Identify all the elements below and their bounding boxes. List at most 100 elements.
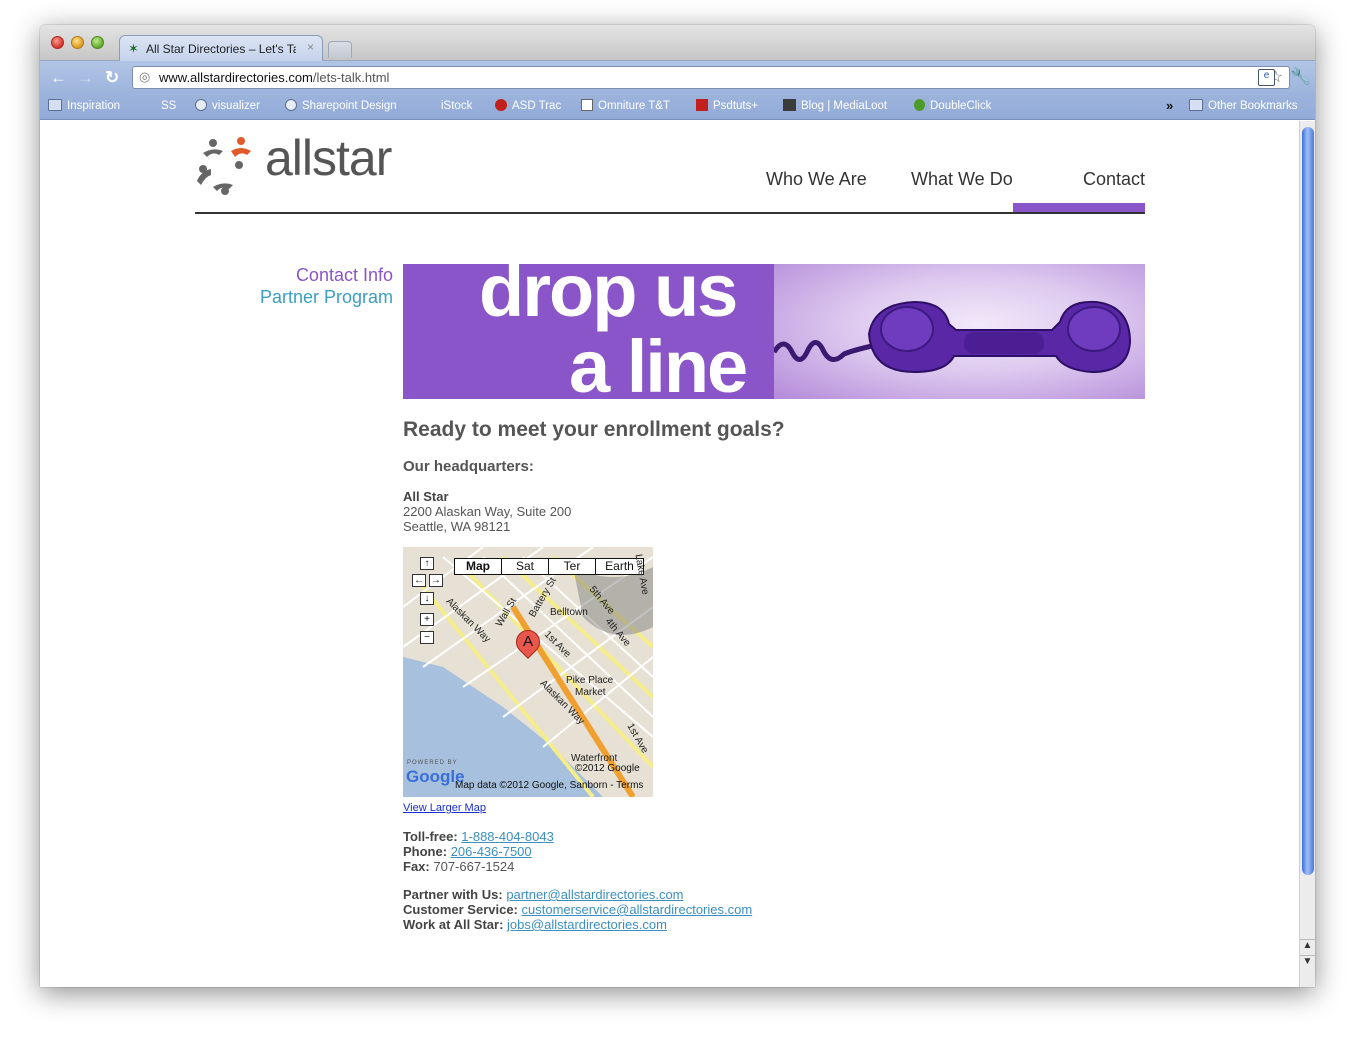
map-zoom-in-icon[interactable]: + [420, 613, 434, 626]
customer-service-label: Customer Service: [403, 902, 518, 917]
trac-icon [495, 99, 507, 111]
contact-details: Toll-free: 1-888-404-8043 Phone: 206-436… [403, 829, 752, 932]
forward-arrow-icon[interactable]: → [77, 68, 94, 88]
bookmark-other-bookmarks[interactable]: Other Bookmarks [1189, 99, 1297, 112]
allstar-favicon-icon: ✶ [128, 41, 139, 56]
tab-title: All Star Directories – Let's Ta [146, 42, 296, 56]
logo-wordmark: allstar [265, 130, 392, 186]
nav-active-indicator [1013, 203, 1145, 212]
tollfree-link[interactable]: 1-888-404-8043 [461, 829, 554, 844]
bookmark-omniture[interactable]: Omniture T&T [581, 99, 670, 112]
psdtuts-icon [696, 99, 708, 111]
map-zoom-out-icon[interactable]: − [420, 631, 434, 644]
new-tab-button[interactable] [328, 41, 352, 58]
nav-who-we-are[interactable]: Who We Are [766, 169, 867, 190]
minimize-window-button[interactable] [71, 36, 84, 49]
doubleclick-icon [914, 99, 925, 111]
chart-icon [581, 99, 593, 111]
map-type-ter[interactable]: Ter [549, 559, 596, 574]
address-bar[interactable]: ◎ www.allstardirectories.com/lets-talk.h… [132, 66, 1290, 89]
map-type-selector: Map Sat Ter Earth [454, 558, 644, 575]
folder-icon [1189, 99, 1203, 111]
headquarters-heading: Our headquarters: [403, 458, 534, 475]
folder-icon [48, 99, 62, 111]
phone-label: Phone: [403, 844, 448, 859]
map-marker-label: A [523, 633, 534, 650]
map-label-belltown: Belltown [550, 607, 588, 618]
map-pan-down-icon[interactable]: ↓ [420, 592, 434, 605]
scroll-down-arrow-icon[interactable]: ▼ [1300, 955, 1315, 970]
phone-link[interactable]: 206-436-7500 [451, 844, 532, 859]
bookmark-istock[interactable]: iStock [423, 99, 472, 112]
allstar-figures-icon [197, 137, 251, 195]
map-powered-by: POWERED BY [407, 760, 458, 766]
ss-icon [146, 99, 156, 111]
bookmarks-overflow-chevron-icon[interactable]: » [1166, 98, 1173, 113]
bookmark-doubleclick[interactable]: DoubleClick [914, 99, 991, 112]
banner-headline-line1: drop us [479, 264, 738, 332]
medialoot-icon [783, 99, 796, 111]
scrollbar-thumb[interactable] [1302, 127, 1314, 875]
nav-what-we-do[interactable]: What We Do [911, 169, 1013, 190]
url-text[interactable]: www.allstardirectories.com/lets-talk.htm… [159, 70, 389, 85]
bookmarks-bar: Inspiration SS visualizer Sharepoint Des… [40, 93, 1315, 120]
map-label-market: Market [575, 687, 606, 698]
view-larger-map-link[interactable]: View Larger Map [403, 802, 486, 814]
google-map[interactable]: ↑ ← → ↓ + − Map Sat Ter Earth Belltown P… [403, 547, 653, 797]
globe-icon [285, 99, 297, 111]
bookmark-sharepoint-design[interactable]: Sharepoint Design [285, 99, 397, 112]
page-action-icon[interactable]: e [1258, 69, 1275, 86]
partner-label: Partner with Us: [403, 887, 503, 902]
zoom-window-button[interactable] [91, 36, 104, 49]
fax-label: Fax: [403, 859, 430, 874]
reload-icon[interactable]: ↻ [105, 68, 119, 88]
telephone-handset-photo [771, 264, 1145, 399]
address-street: 2200 Alaskan Way, Suite 200 [403, 504, 572, 519]
bookmark-medialoot[interactable]: Blog | MediaLoot [783, 99, 887, 112]
map-pan-up-icon[interactable]: ↑ [420, 557, 434, 570]
partner-email-link[interactable]: partner@allstardirectories.com [506, 887, 683, 902]
phone-handset-icon [771, 300, 1132, 374]
sidenav-partner-program[interactable]: Partner Program [260, 287, 393, 308]
map-pan-right-icon[interactable]: → [429, 574, 443, 587]
map-pan-left-icon[interactable]: ← [412, 574, 426, 587]
page-viewport: allstar Who We Are What We Do Contact Co… [40, 121, 1315, 987]
allstar-logo[interactable]: allstar [195, 129, 425, 201]
address-city: Seattle, WA 98121 [403, 519, 511, 534]
map-type-sat[interactable]: Sat [502, 559, 549, 574]
nav-contact[interactable]: Contact [1083, 169, 1145, 190]
bookmark-ss[interactable]: SS [146, 99, 176, 112]
customer-service-email-link[interactable]: customerservice@allstardirectories.com [522, 902, 753, 917]
bookmark-inspiration[interactable]: Inspiration [48, 99, 120, 112]
banner-headline-line2: a line [569, 325, 748, 400]
tab-close-icon[interactable]: × [307, 40, 314, 54]
scroll-up-arrow-icon[interactable]: ▲ [1300, 939, 1315, 954]
browser-toolbar: ← → ↻ ◎ www.allstardirectories.com/lets-… [40, 61, 1315, 93]
title-bar: ✶ All Star Directories – Let's Ta × [40, 25, 1315, 62]
page-heading: Ready to meet your enrollment goals? [403, 418, 785, 441]
sidenav-contact-info[interactable]: Contact Info [296, 265, 393, 286]
tollfree-label: Toll-free: [403, 829, 458, 844]
map-data-attribution[interactable]: Map data ©2012 Google, Sanborn - Terms [455, 780, 643, 791]
close-window-button[interactable] [51, 36, 64, 49]
map-label-pike: Pike Place [566, 675, 614, 686]
page-info-icon[interactable]: ◎ [139, 69, 150, 85]
header-divider [195, 212, 1145, 214]
bookmark-psdtuts[interactable]: Psdtuts+ [696, 99, 758, 112]
address-name: All Star [403, 489, 449, 504]
browser-window: ✶ All Star Directories – Let's Ta × ← → … [40, 25, 1315, 987]
fax-number: 707-667-1524 [433, 859, 515, 874]
bookmark-asd-trac[interactable]: ASD Trac [495, 99, 561, 112]
tab-active[interactable]: ✶ All Star Directories – Let's Ta × [119, 35, 323, 62]
map-copyright-small: ©2012 Google [575, 763, 640, 774]
map-type-map[interactable]: Map [455, 559, 502, 574]
jobs-email-link[interactable]: jobs@allstardirectories.com [507, 917, 667, 932]
vertical-scrollbar[interactable]: ▲ ▼ [1299, 121, 1315, 987]
back-arrow-icon[interactable]: ← [50, 68, 67, 88]
wrench-menu-icon[interactable]: 🔧 [1290, 67, 1311, 87]
globe-icon [195, 99, 207, 111]
istock-icon [423, 99, 436, 111]
bookmark-visualizer[interactable]: visualizer [195, 99, 260, 112]
jobs-label: Work at All Star: [403, 917, 504, 932]
